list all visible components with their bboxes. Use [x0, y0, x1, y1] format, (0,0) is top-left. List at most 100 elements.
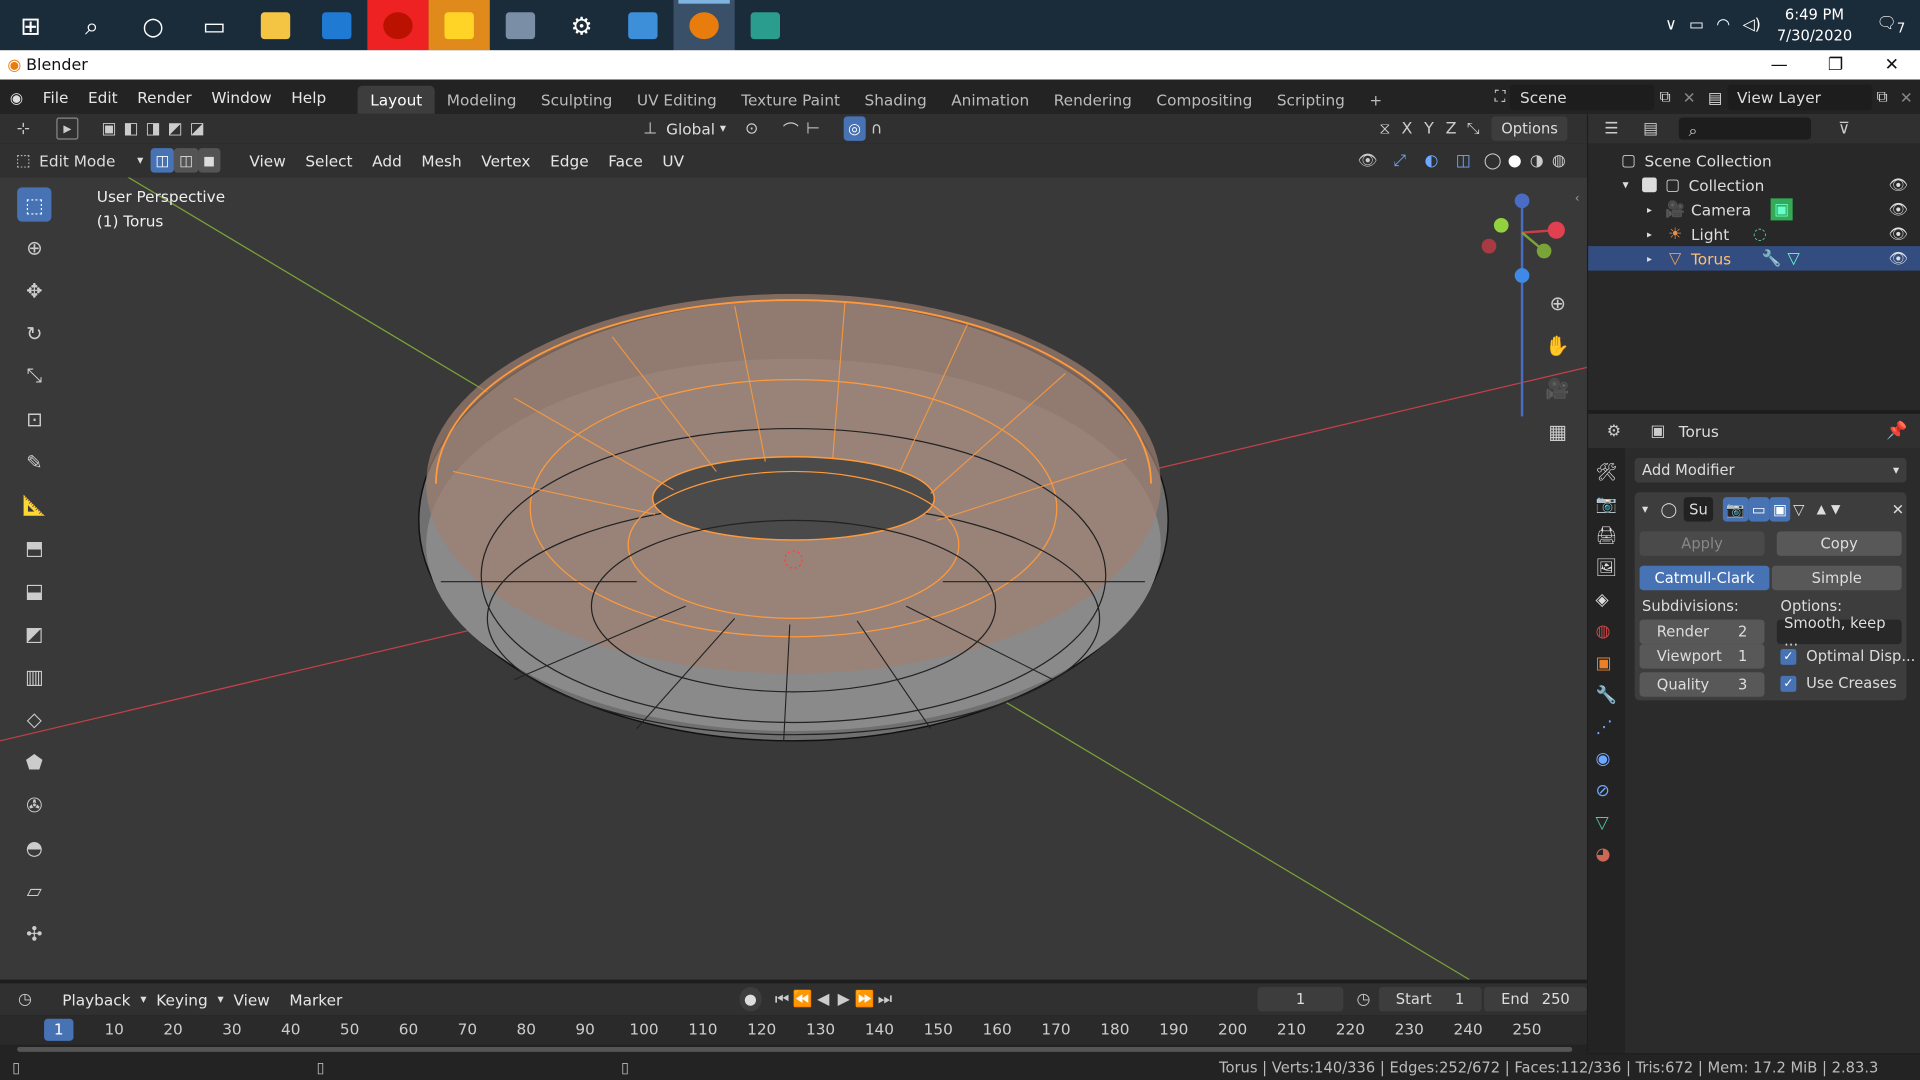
render-levels-field[interactable]: Render 2	[1639, 619, 1765, 645]
select-subtract-icon[interactable]: ◨	[142, 118, 164, 140]
data-tab-icon[interactable]: ▽	[1596, 813, 1625, 833]
menu-edge[interactable]: Edge	[540, 151, 598, 169]
copy-button[interactable]: Copy	[1776, 531, 1902, 556]
measure-icon[interactable]: 📐	[17, 487, 51, 521]
camera-view-icon[interactable]: 🎥	[1540, 371, 1574, 405]
chevron-up-icon[interactable]: ∨	[1659, 16, 1683, 34]
expand-icon[interactable]: ▸	[1647, 228, 1664, 239]
marker-menu[interactable]: Marker	[280, 990, 353, 1008]
uv-smooth-dropdown[interactable]: Smooth, keep ...	[1776, 615, 1902, 649]
collapse-icon[interactable]: ▾	[1622, 178, 1642, 191]
close-icon[interactable]: ✕	[1864, 55, 1920, 75]
bevel-icon[interactable]: ◩	[17, 616, 51, 650]
viewport-levels-field[interactable]: Viewport 1	[1639, 644, 1765, 669]
menu-render[interactable]: Render	[127, 88, 201, 106]
light-data-icon[interactable]: ◌	[1749, 223, 1771, 245]
record-icon[interactable]: ●	[739, 986, 762, 1012]
exclude-checkbox[interactable]	[1642, 177, 1657, 193]
apply-button[interactable]: Apply	[1639, 531, 1765, 556]
menu-face[interactable]: Face	[598, 151, 652, 169]
annotate-icon[interactable]: ✎	[17, 444, 51, 478]
scene-icon[interactable]: ⛶	[1490, 87, 1511, 107]
chevron-down-icon[interactable]: ▾	[137, 154, 143, 167]
playhead[interactable]: 1	[44, 1018, 74, 1041]
tab-texture-paint[interactable]: Texture Paint	[729, 86, 852, 114]
use-preview-range-icon[interactable]: ◷	[1353, 988, 1374, 1010]
edge-select-icon[interactable]: ◫	[174, 148, 199, 173]
tab-layout[interactable]: Layout	[358, 85, 435, 114]
knife-icon[interactable]: ◇	[17, 702, 51, 736]
timeline-editor-icon[interactable]: ◷	[15, 988, 36, 1010]
tab-compositing[interactable]: Compositing	[1144, 86, 1264, 114]
menu-view[interactable]: View	[240, 151, 296, 169]
tab-animation[interactable]: Animation	[939, 86, 1042, 114]
eye-icon[interactable]: 👁	[1888, 224, 1920, 244]
keying-menu[interactable]: Keying	[146, 990, 217, 1008]
timeline-view-menu[interactable]: View	[224, 990, 280, 1008]
transform-icon[interactable]: ⊡	[17, 402, 51, 436]
modifier-name-field[interactable]: Su	[1684, 497, 1713, 522]
show-editmode-icon[interactable]: ▣	[1769, 497, 1791, 522]
filter-icon[interactable]: ⊽	[1833, 118, 1855, 140]
shrink-fatten-icon[interactable]: ✣	[17, 916, 51, 950]
particles-tab-icon[interactable]: ⋰	[1596, 718, 1625, 738]
notifications-icon[interactable]: 🗨7	[1862, 14, 1920, 36]
timeline-scrollbar[interactable]	[0, 1044, 1587, 1055]
on-cage-icon[interactable]: ▽	[1793, 501, 1804, 518]
scene-tab-icon[interactable]: ◈	[1596, 590, 1625, 610]
play-icon[interactable]: ▶	[833, 988, 854, 1010]
view-layer-field[interactable]: View Layer	[1727, 83, 1872, 110]
volume-icon[interactable]: ◁)	[1736, 16, 1767, 34]
outliner-search-input[interactable]: ⌕	[1678, 117, 1812, 140]
rendered-shading-icon[interactable]: ◍	[1548, 149, 1570, 171]
timeline-ruler[interactable]: 1 10 20 30 40 50 60 70 80 90 100 110 120 130 140 150 16…	[0, 1015, 1587, 1045]
scene-field[interactable]: Scene	[1510, 83, 1655, 110]
task-view-icon[interactable]: ▭	[184, 0, 245, 50]
current-frame-field[interactable]: 1	[1257, 986, 1344, 1012]
options-dropdown[interactable]: Options	[1491, 116, 1568, 141]
constraints-tab-icon[interactable]: ⊘	[1596, 781, 1625, 801]
start-frame-field[interactable]: Start 1	[1378, 986, 1482, 1012]
outliner-item-light[interactable]: Light	[1691, 225, 1729, 243]
optimal-display-checkbox[interactable]: ✓ Optimal Disp...	[1780, 648, 1915, 665]
battery-icon[interactable]: ▭	[1683, 16, 1710, 34]
select-box-icon[interactable]: ⬚	[17, 187, 52, 222]
view-layer-tab-icon[interactable]: 🖼	[1596, 558, 1625, 578]
photos-icon[interactable]	[490, 0, 551, 50]
cursor-icon[interactable]: ⊕	[17, 230, 51, 264]
tab-shading[interactable]: Shading	[852, 86, 939, 114]
overlay-icon[interactable]: ◐	[1420, 149, 1442, 171]
material-shading-icon[interactable]: ◑	[1526, 149, 1548, 171]
modifier-wrench-icon[interactable]: 🔧	[1761, 247, 1783, 269]
outliner-item-torus[interactable]: Torus	[1691, 249, 1731, 267]
scale-icon[interactable]: ⤡	[17, 359, 51, 393]
cortana-icon[interactable]: ○	[122, 0, 183, 50]
mirror-z-toggle[interactable]: Z	[1440, 118, 1462, 140]
scrollbar-thumb[interactable]	[17, 1046, 1573, 1052]
spin-icon[interactable]: ✇	[17, 787, 51, 821]
proportional-edit-icon[interactable]: ◎	[843, 116, 866, 141]
sticky-notes-icon[interactable]	[428, 0, 490, 51]
prev-keyframe-icon[interactable]: ⏪	[792, 988, 813, 1010]
output-tab-icon[interactable]: 🖨	[1596, 527, 1625, 547]
solid-shading-icon[interactable]: ●	[1504, 149, 1526, 171]
menu-vertex[interactable]: Vertex	[471, 151, 540, 169]
simple-button[interactable]: Simple	[1771, 565, 1902, 591]
blender-taskbar-icon[interactable]	[673, 0, 735, 51]
playback-menu[interactable]: Playback	[52, 990, 140, 1008]
menu-select[interactable]: Select	[296, 151, 363, 169]
auto-merge-icon[interactable]: ⤡	[1462, 118, 1484, 140]
wifi-icon[interactable]: ◠	[1710, 16, 1736, 34]
move-up-icon[interactable]: ▲	[1817, 503, 1826, 516]
tool-tab-icon[interactable]: 🛠	[1596, 463, 1625, 483]
add-workspace-icon[interactable]: +	[1357, 86, 1394, 114]
editor-type-icon[interactable]: ⊹	[12, 118, 34, 140]
blender-menu-icon[interactable]: ◉	[0, 88, 33, 106]
show-render-icon[interactable]: 📷	[1722, 497, 1749, 522]
snap-target-icon[interactable]: ⊢	[802, 118, 824, 140]
select-tool-icon[interactable]: ▸	[56, 117, 79, 140]
ortho-grid-icon[interactable]: ▦	[1540, 414, 1574, 448]
use-creases-checkbox[interactable]: ✓ Use Creases	[1780, 675, 1897, 692]
material-tab-icon[interactable]: ◕	[1596, 845, 1625, 865]
expand-icon[interactable]: ▸	[1647, 204, 1664, 215]
